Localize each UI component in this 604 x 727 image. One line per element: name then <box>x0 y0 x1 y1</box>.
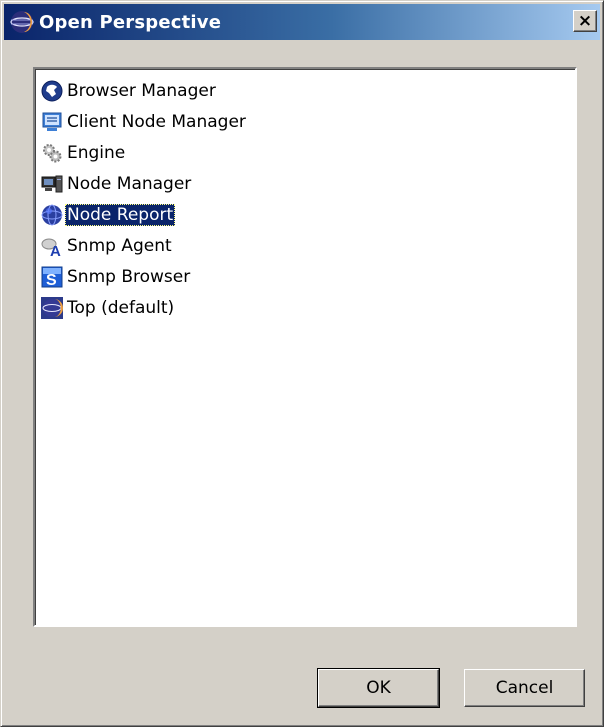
computer-icon <box>41 173 63 195</box>
client-node-manager-icon <box>41 111 63 133</box>
svg-text:A: A <box>50 243 61 257</box>
cancel-button[interactable]: Cancel <box>464 669 585 707</box>
item-label: Snmp Browser <box>67 266 191 287</box>
open-perspective-dialog: Open Perspective × Browser Manager Clien… <box>0 0 604 727</box>
globe-icon <box>41 204 63 226</box>
perspective-list[interactable]: Browser Manager Client Node Manager Engi… <box>33 67 577 627</box>
list-item-snmp-agent[interactable]: A Snmp Agent <box>41 230 575 261</box>
title-bar[interactable]: Open Perspective × <box>4 4 600 40</box>
gears-icon <box>41 142 63 164</box>
snmp-agent-icon: A <box>41 235 63 257</box>
list-item-client-node-manager[interactable]: Client Node Manager <box>41 106 575 137</box>
eclipse-icon <box>10 10 34 34</box>
list-item-node-manager[interactable]: Node Manager <box>41 168 575 199</box>
list-item-top-default[interactable]: Top (default) <box>41 292 575 323</box>
dialog-title: Open Perspective <box>39 11 222 33</box>
item-label: Node Manager <box>67 173 192 194</box>
snmp-browser-icon: S <box>41 266 63 288</box>
item-label: Top (default) <box>67 297 175 318</box>
list-item-browser-manager[interactable]: Browser Manager <box>41 75 575 106</box>
item-label: Node Report <box>65 203 176 226</box>
ok-button[interactable]: OK <box>317 668 440 708</box>
item-label: Browser Manager <box>67 80 216 101</box>
eclipse-icon <box>41 296 63 319</box>
close-button[interactable]: × <box>573 10 597 32</box>
item-label: Engine <box>67 142 126 163</box>
svg-text:S: S <box>46 272 57 288</box>
list-item-node-report[interactable]: Node Report <box>41 199 575 230</box>
item-label: Client Node Manager <box>67 111 246 132</box>
item-label: Snmp Agent <box>67 235 172 256</box>
list-item-engine[interactable]: Engine <box>41 137 575 168</box>
browser-manager-icon <box>41 80 63 102</box>
list-item-snmp-browser[interactable]: S Snmp Browser <box>41 261 575 292</box>
